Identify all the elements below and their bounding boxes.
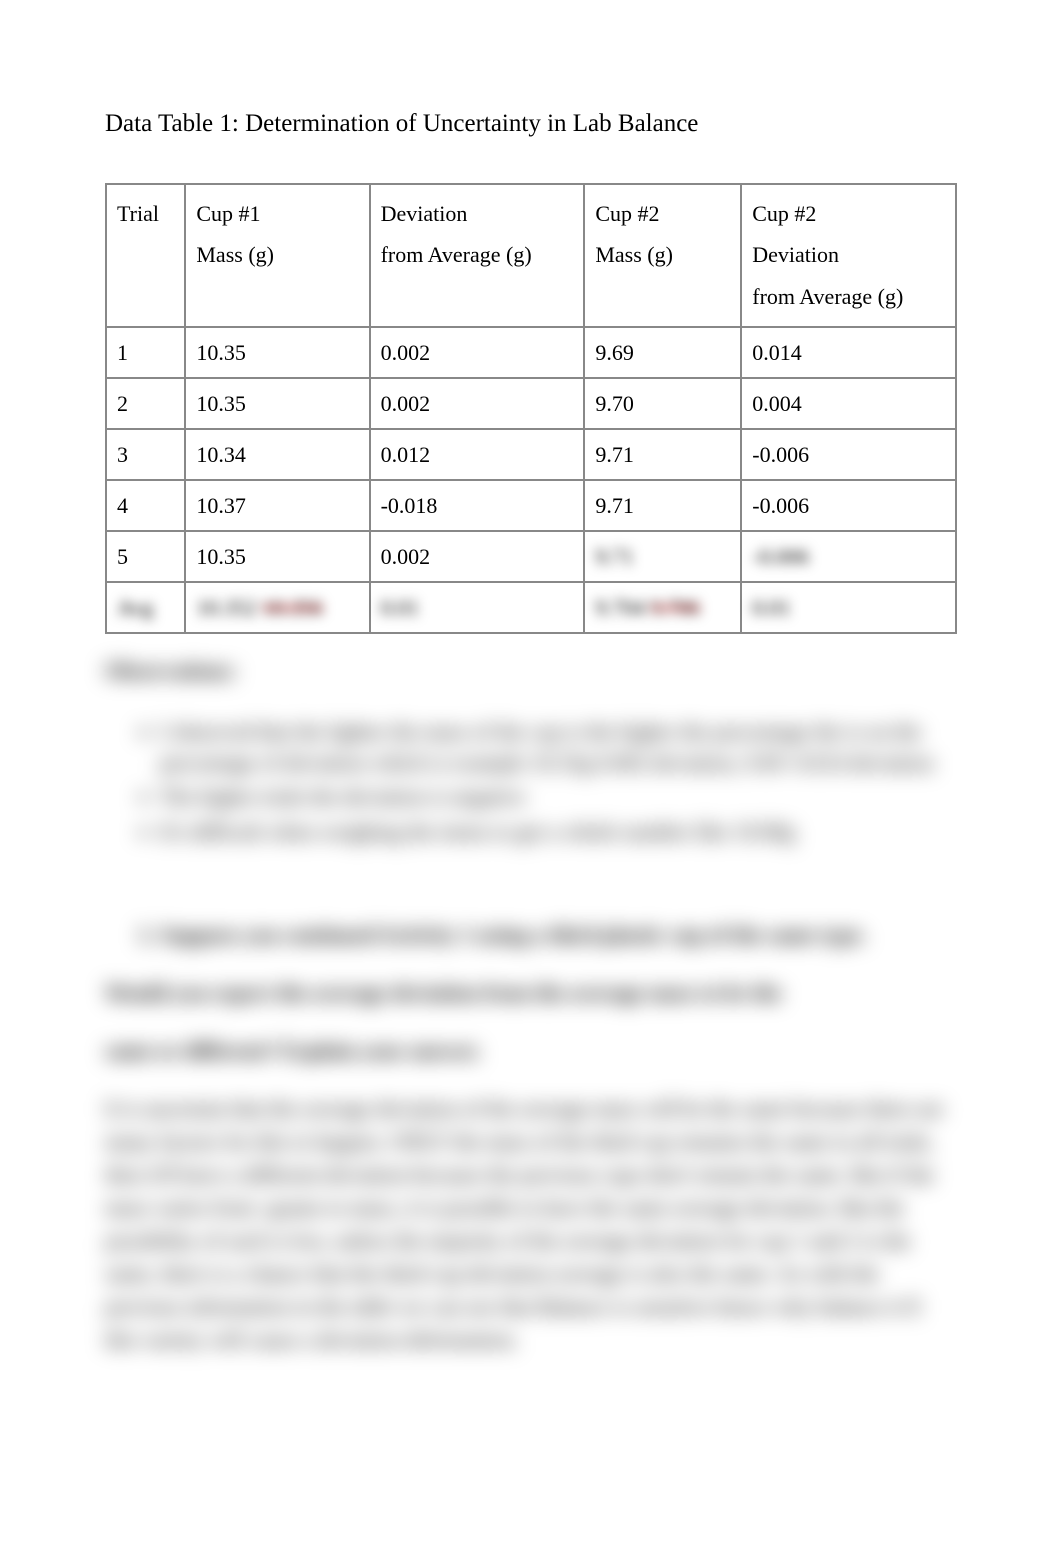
th-cup1-mass: Cup #1 Mass (g) [185,184,369,327]
cell-c2dev: -0.006 [741,480,956,531]
table-row: 1 10.35 0.002 9.69 0.014 [106,327,956,378]
table-row: 5 10.35 0.002 9.71 -0.006 [106,531,956,582]
cell-c1mass: 10.35 [185,531,369,582]
page-title: Data Table 1: Determination of Uncertain… [105,105,957,143]
cell-trial: 2 [106,378,185,429]
cell-c1mass: 10.37 [185,480,369,531]
cell-c2dev: -0.006 [741,429,956,480]
table-row-avg: Avg 10.352 10.356 0.01 9.704 9.706 0.01 [106,582,956,633]
cell-c1dev: 0.002 [370,327,585,378]
cell-trial: 3 [106,429,185,480]
list-item: It's difficult when weighing the items t… [160,817,957,848]
cell-c1mass: 10.35 [185,378,369,429]
cell-avg-c1dev: 0.01 [370,582,585,633]
cell-c2dev: -0.006 [741,531,956,582]
cell-c1dev: 0.012 [370,429,585,480]
cell-c2mass: 9.69 [584,327,741,378]
cell-avg-c1mass: 10.352 10.356 [185,582,369,633]
question-list: Suppose you continued Activity 1 using a… [105,918,957,951]
list-item: The higher trials the deviation is negat… [160,782,957,813]
table-row: 2 10.35 0.002 9.70 0.004 [106,378,956,429]
cell-c2mass: 9.71 [584,531,741,582]
cell-c1dev: 0.002 [370,378,585,429]
cell-trial: 5 [106,531,185,582]
table-row: 3 10.34 0.012 9.71 -0.006 [106,429,956,480]
cell-c2mass: 9.71 [584,480,741,531]
cell-c1mass: 10.35 [185,327,369,378]
cell-c1mass: 10.34 [185,429,369,480]
cell-avg-c2mass: 9.704 9.706 [584,582,741,633]
cell-trial: 1 [106,327,185,378]
observations-heading: Observations: [105,654,957,687]
answer-text: It is uncertain that the average deviati… [105,1092,957,1356]
cell-c1dev: -0.018 [370,480,585,531]
observations-list: I observed that the lighter the mass of … [105,717,957,848]
cell-avg-c2dev: 0.01 [741,582,956,633]
question-line2: Would you expect the average deviation f… [105,976,957,1009]
question-line3: same or different? Explain your answer. [105,1034,957,1067]
cell-c2dev: 0.014 [741,327,956,378]
cell-c2mass: 9.70 [584,378,741,429]
list-item: I observed that the lighter the mass of … [160,717,957,779]
cell-trial: 4 [106,480,185,531]
cell-c2dev: 0.004 [741,378,956,429]
question-item: Suppose you continued Activity 1 using a… [160,918,957,951]
table-header-row: Trial Cup #1 Mass (g) Deviation from Ave… [106,184,956,327]
th-cup2-mass: Cup #2 Mass (g) [584,184,741,327]
blurred-content: Observations: I observed that the lighte… [105,654,957,1356]
cell-avg-label: Avg [106,582,185,633]
data-table: Trial Cup #1 Mass (g) Deviation from Ave… [105,183,957,634]
cell-c2mass: 9.71 [584,429,741,480]
table-row: 4 10.37 -0.018 9.71 -0.006 [106,480,956,531]
cell-c1dev: 0.002 [370,531,585,582]
th-trial: Trial [106,184,185,327]
th-cup1-dev: Deviation from Average (g) [370,184,585,327]
th-cup2-dev: Cup #2 Deviation from Average (g) [741,184,956,327]
